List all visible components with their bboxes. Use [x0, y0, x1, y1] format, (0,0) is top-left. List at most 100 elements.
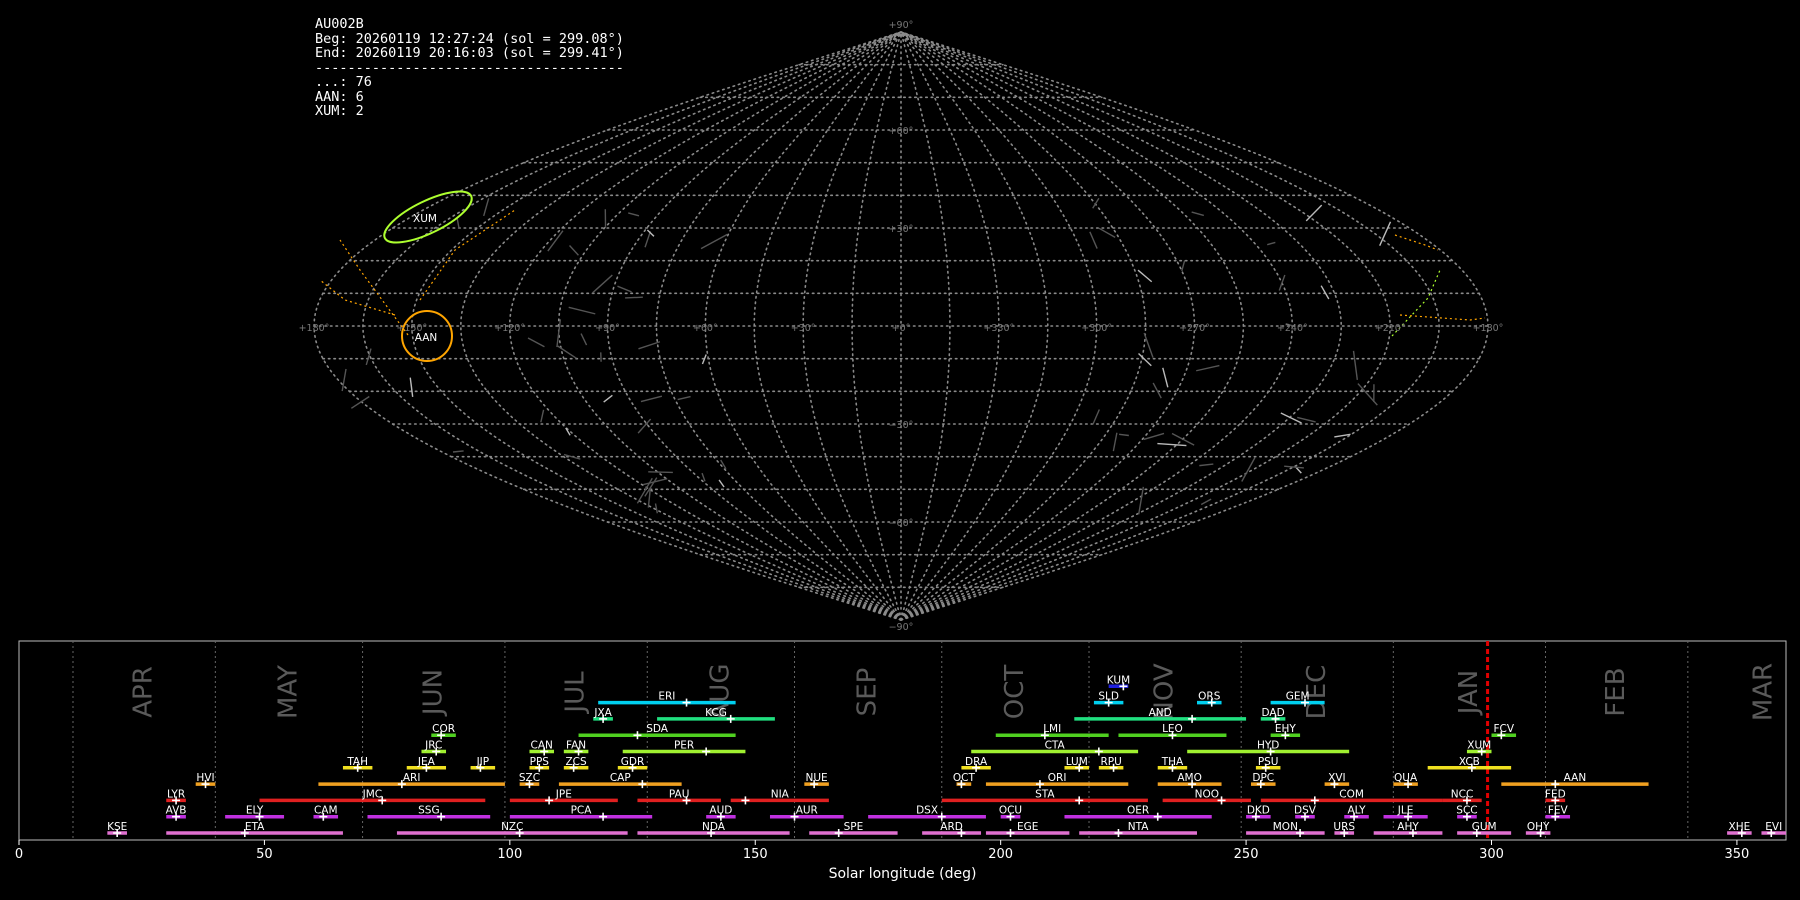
shower-label: CTA	[1045, 740, 1066, 752]
x-tick-label: 150	[743, 847, 768, 862]
meteor-trail	[569, 245, 579, 256]
meteor-trail	[1171, 432, 1195, 446]
lat-label: +30°	[889, 224, 914, 235]
shower-label: KSE	[107, 821, 127, 833]
meteor-trail	[1157, 442, 1187, 447]
lon-label: +180°	[1473, 323, 1504, 334]
shower-label: OER	[1127, 805, 1149, 817]
meteor-trail	[483, 198, 490, 217]
meteor-trail	[718, 479, 725, 488]
lat-label: +90°	[889, 20, 914, 31]
meteor-trail	[1379, 221, 1392, 246]
shower-label: LEO	[1162, 723, 1183, 735]
month-label: JUN	[418, 669, 448, 717]
shower-label: DKD	[1247, 805, 1270, 817]
shower-label: NDA	[702, 821, 726, 833]
shower-label: AMO	[1177, 772, 1202, 784]
shower-label: ORI	[1048, 772, 1067, 784]
shower-label: RPU	[1100, 756, 1121, 768]
lon-label: +300°	[1081, 323, 1112, 334]
meteor-trail	[1143, 332, 1154, 358]
meteor-trail	[1320, 285, 1330, 300]
meteor-trail	[1200, 498, 1212, 506]
month-label: SEP	[853, 668, 883, 717]
shower-label: EHY	[1275, 723, 1297, 735]
lon-label: +240°	[1277, 323, 1308, 334]
meteor-trail	[452, 450, 464, 453]
shower-label: KUM	[1107, 674, 1130, 686]
meteor-trail	[1352, 350, 1359, 380]
x-tick-label: 250	[1234, 847, 1259, 862]
lon-label: +270°	[1179, 323, 1210, 334]
shower-label: STA	[1035, 788, 1055, 800]
shower-label: ELY	[246, 805, 264, 817]
meteor-trail	[1098, 227, 1116, 238]
shower-label: JRC	[424, 740, 442, 752]
meteor-trail	[456, 218, 460, 229]
shower-label: NUE	[806, 772, 828, 784]
shower-label: NOO	[1195, 788, 1219, 800]
lon-label: +0°	[892, 323, 911, 334]
lon-label: +330°	[983, 323, 1014, 334]
meteor-trail	[638, 341, 661, 350]
meteor-trail	[1267, 241, 1276, 246]
shower-label: SPE	[844, 821, 864, 833]
shower-label: GUM	[1472, 821, 1497, 833]
month-label: MAR	[1748, 663, 1778, 721]
shower-label: XCB	[1459, 756, 1480, 768]
meteor-trail	[644, 231, 652, 248]
lon-label: +120°	[494, 323, 525, 334]
shower-label: DPC	[1252, 772, 1274, 784]
meteor-trail	[1305, 204, 1323, 222]
meteor-trail	[1112, 432, 1118, 452]
shower-label: ORS	[1198, 691, 1221, 703]
shower-label: SLD	[1098, 691, 1119, 703]
meteor-trail	[625, 296, 643, 299]
meteor-trail	[1152, 382, 1162, 399]
shower-label: AUR	[796, 805, 818, 817]
shower-label: TAH	[346, 756, 368, 768]
shower-label: COM	[1339, 788, 1364, 800]
shower-label: LMI	[1043, 723, 1061, 735]
meteor-trail	[1191, 211, 1205, 217]
radiants: XUMAAN	[383, 190, 473, 362]
meteor-trail	[617, 285, 632, 293]
meteor-trail	[1284, 465, 1304, 469]
shower-label: DAD	[1261, 707, 1284, 719]
shower-label: AUD	[709, 805, 732, 817]
shower-label: JEA	[417, 756, 436, 768]
lon-label: +180°	[299, 323, 330, 334]
meteor-trail	[1196, 364, 1220, 372]
meteor-trail	[603, 394, 613, 403]
shower-label: AND	[1149, 707, 1172, 719]
month-label: JUL	[561, 671, 591, 715]
shower-label: XVI	[1328, 772, 1345, 784]
shower-stream	[319, 279, 396, 316]
shower-label: CAP	[610, 772, 631, 784]
shower-label: NCC	[1451, 788, 1474, 800]
shower-label: AHY	[1397, 821, 1419, 833]
month-label: MAY	[273, 665, 303, 719]
x-axis: 0 50 100 150 200 250 300 350 Solar longitude (de…	[15, 840, 1749, 882]
x-tick-label: 200	[988, 847, 1013, 862]
shower-label: LYR	[167, 788, 185, 800]
shower-label: FCV	[1493, 723, 1514, 735]
meteor-trail	[1199, 463, 1214, 467]
shower-label: JXA	[593, 707, 612, 719]
lat-label: +60°	[889, 126, 914, 137]
shower-label: DSX	[916, 805, 938, 817]
shower-label: KCG	[705, 707, 727, 719]
shower-label: LUM	[1066, 756, 1088, 768]
lon-label: +150°	[396, 323, 427, 334]
meteor-trails	[341, 197, 1392, 515]
meteor-trail	[1119, 433, 1129, 437]
lat-label: −90°	[889, 622, 914, 630]
shower-label: FED	[1545, 788, 1566, 800]
meteor-trail	[1092, 409, 1100, 425]
meteor-trail	[540, 409, 545, 423]
shower-timeline-chart: APR MAY JUN JUL AUG SEP OCT NOV DEC JAN FEB MARKUME…	[15, 640, 1787, 882]
shower-label: JIP	[476, 756, 490, 768]
shower-label: CAN	[531, 740, 553, 752]
meteor-trail	[591, 274, 613, 294]
meteor-trail	[557, 345, 577, 359]
